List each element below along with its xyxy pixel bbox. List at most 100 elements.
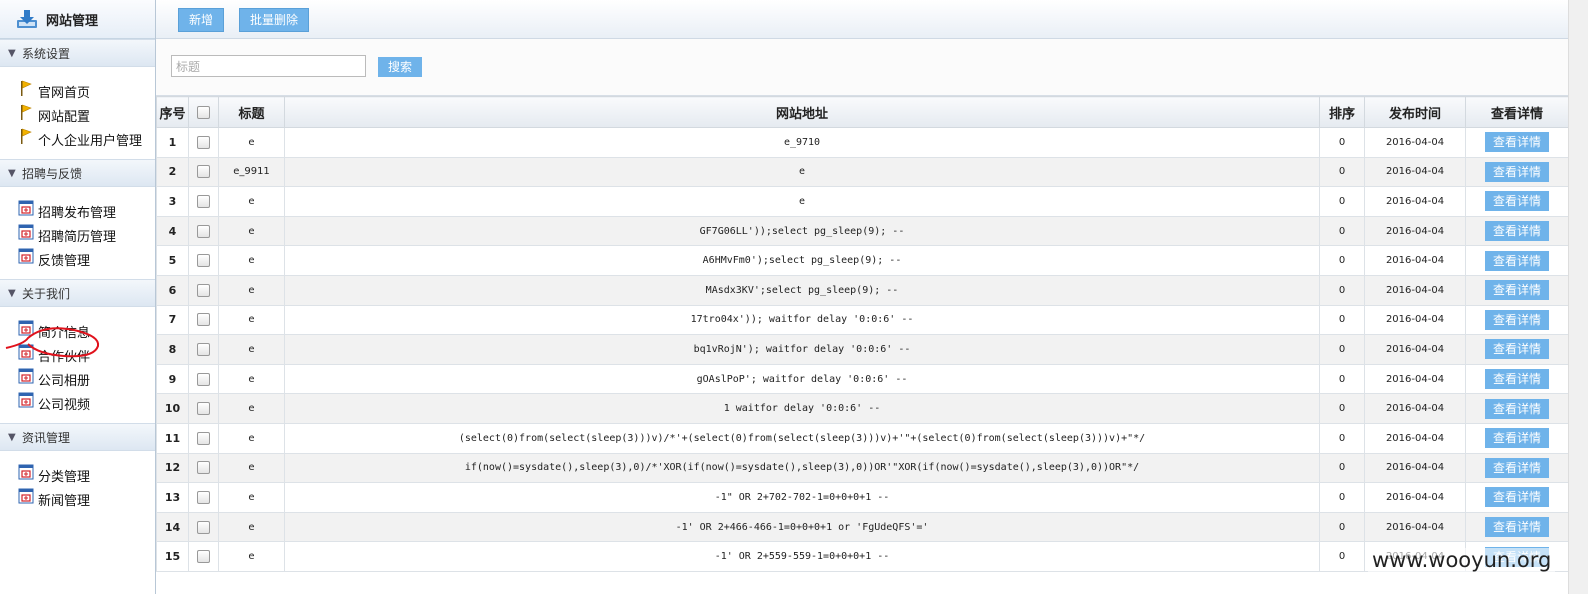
view-detail-button[interactable]: 查看详情 bbox=[1485, 487, 1549, 508]
row-date: 2016-04-04 bbox=[1364, 304, 1466, 336]
table-row: 11 e (select(0)from(select(sleep(3)))v)/*'… bbox=[156, 422, 1569, 454]
row-title: e bbox=[218, 186, 285, 217]
sidebar-item[interactable]: 官网首页 bbox=[0, 79, 155, 103]
row-checkbox[interactable] bbox=[197, 402, 210, 416]
chevron-down-icon: ▼ bbox=[8, 167, 16, 179]
row-detail-cell: 查看详情 bbox=[1465, 304, 1569, 336]
select-all-checkbox[interactable] bbox=[197, 105, 210, 119]
title-search-input[interactable]: 标题 bbox=[171, 55, 366, 77]
scrollbar[interactable] bbox=[1568, 0, 1588, 594]
sidebar-item-label: 公司视频 bbox=[38, 397, 91, 413]
column-header-index: 序号 bbox=[156, 96, 189, 128]
row-checkbox[interactable] bbox=[197, 342, 210, 356]
row-detail-cell: 查看详情 bbox=[1465, 363, 1569, 395]
table-row: 1 e e_9710 0 2016-04-04 查看详情 bbox=[156, 127, 1569, 158]
table-row: 7 e 17tro04x')); waitfor delay '0:0:6' -- 0… bbox=[156, 304, 1569, 336]
row-detail-cell: 查看详情 bbox=[1465, 452, 1569, 484]
row-index: 1 bbox=[156, 127, 189, 158]
sidebar-section[interactable]: ▼ 招聘与反馈 bbox=[0, 159, 155, 187]
chevron-down-icon: ▼ bbox=[8, 287, 16, 299]
row-sort: 0 bbox=[1319, 541, 1365, 572]
row-checkbox[interactable] bbox=[197, 431, 210, 445]
row-index: 7 bbox=[156, 304, 189, 336]
row-url: gOAslPoP'; waitfor delay '0:0:6' -- bbox=[284, 363, 1320, 395]
row-checkbox[interactable] bbox=[197, 550, 210, 564]
row-detail-cell: 查看详情 bbox=[1465, 215, 1569, 247]
table-row: 10 e 1 waitfor delay '0:0:6' -- 0 2016-04-04… bbox=[156, 393, 1569, 424]
main-panel: 新增 批量删除 标题 搜索 序号 标题 网站地址 排序 发布时间 查看详情 1e… bbox=[156, 0, 1569, 594]
row-title: e bbox=[218, 482, 285, 513]
table-row: 8 e bq1vRojN'); waitfor delay '0:0:6' -- 0 2… bbox=[156, 334, 1569, 365]
view-detail-button[interactable]: 查看详情 bbox=[1485, 161, 1549, 182]
row-detail-cell: 查看详情 bbox=[1465, 127, 1569, 158]
sidebar-title: 网站管理 bbox=[46, 13, 99, 29]
row-index: 6 bbox=[156, 274, 189, 306]
sidebar-item[interactable]: 新闻管理 bbox=[0, 487, 155, 511]
row-select-cell bbox=[188, 156, 219, 188]
view-detail-button[interactable]: 查看详情 bbox=[1485, 250, 1549, 271]
row-select-cell bbox=[188, 422, 219, 454]
row-detail-cell: 查看详情 bbox=[1465, 334, 1569, 365]
sidebar-item[interactable]: 公司相册 bbox=[0, 367, 155, 391]
row-title: e bbox=[218, 304, 285, 336]
view-detail-button[interactable]: 查看详情 bbox=[1485, 517, 1549, 538]
sidebar-item[interactable]: 合作伙伴 bbox=[0, 343, 155, 367]
row-sort: 0 bbox=[1319, 334, 1365, 365]
view-detail-button[interactable]: 查看详情 bbox=[1485, 428, 1549, 449]
sidebar-item[interactable]: 招聘发布管理 bbox=[0, 199, 155, 223]
row-checkbox[interactable] bbox=[197, 520, 210, 534]
row-select-cell bbox=[188, 215, 219, 247]
sidebar-section-items: 招聘发布管理 招聘简历管理 反馈管理 bbox=[0, 187, 155, 279]
row-url: A6HMvFm0');select pg_sleep(9); -- bbox=[284, 245, 1320, 276]
row-url: 1 waitfor delay '0:0:6' -- bbox=[284, 393, 1320, 424]
row-checkbox[interactable] bbox=[197, 165, 210, 179]
sidebar-section-label: 招聘与反馈 bbox=[22, 166, 83, 181]
row-sort: 0 bbox=[1319, 511, 1365, 543]
row-url: -1" OR 2+702-702-1=0+0+0+1 -- bbox=[284, 482, 1320, 513]
table-row: 9 e gOAslPoP'; waitfor delay '0:0:6' -- 0 20… bbox=[156, 363, 1569, 395]
view-detail-button[interactable]: 查看详情 bbox=[1485, 339, 1549, 360]
row-checkbox[interactable] bbox=[197, 194, 210, 208]
search-button[interactable]: 搜索 bbox=[378, 57, 422, 77]
row-sort: 0 bbox=[1319, 245, 1365, 276]
sidebar-item[interactable]: 简介信息 bbox=[0, 319, 155, 343]
row-checkbox[interactable] bbox=[197, 224, 210, 238]
batch-delete-button[interactable]: 批量删除 bbox=[239, 8, 310, 32]
view-detail-button[interactable]: 查看详情 bbox=[1485, 191, 1549, 212]
row-checkbox[interactable] bbox=[197, 135, 210, 149]
sidebar-item[interactable]: 网站配置 bbox=[0, 103, 155, 127]
add-button[interactable]: 新增 bbox=[178, 8, 225, 32]
sidebar-section[interactable]: ▼ 资讯管理 bbox=[0, 423, 155, 451]
row-checkbox[interactable] bbox=[197, 313, 210, 327]
row-index: 13 bbox=[156, 482, 189, 513]
row-title: e bbox=[218, 215, 285, 247]
view-detail-button[interactable]: 查看详情 bbox=[1485, 132, 1549, 153]
row-index: 12 bbox=[156, 452, 189, 484]
sidebar-item[interactable]: 招聘简历管理 bbox=[0, 223, 155, 247]
doc-icon bbox=[18, 464, 34, 480]
toolbar: 新增 批量删除 bbox=[156, 0, 1568, 39]
row-detail-cell: 查看详情 bbox=[1465, 274, 1569, 306]
view-detail-button[interactable]: 查看详情 bbox=[1485, 398, 1549, 419]
view-detail-button[interactable]: 查看详情 bbox=[1485, 221, 1549, 242]
row-checkbox[interactable] bbox=[197, 283, 210, 297]
view-detail-button[interactable]: 查看详情 bbox=[1485, 309, 1549, 330]
row-checkbox[interactable] bbox=[197, 461, 210, 475]
row-checkbox[interactable] bbox=[197, 490, 210, 504]
sidebar-item[interactable]: 分类管理 bbox=[0, 463, 155, 487]
row-checkbox[interactable] bbox=[197, 254, 210, 268]
row-checkbox[interactable] bbox=[197, 372, 210, 386]
view-detail-button[interactable]: 查看详情 bbox=[1485, 457, 1549, 478]
sidebar-section-items: 官网首页 网站配置 个人企业用户管理 bbox=[0, 67, 155, 159]
row-select-cell bbox=[188, 245, 219, 276]
view-detail-button[interactable]: 查看详情 bbox=[1485, 280, 1549, 301]
view-detail-button[interactable]: 查看详情 bbox=[1485, 369, 1549, 390]
row-detail-cell: 查看详情 bbox=[1465, 156, 1569, 188]
sidebar-item[interactable]: 反馈管理 bbox=[0, 247, 155, 271]
sidebar-item[interactable]: 个人企业用户管理 bbox=[0, 127, 155, 151]
sidebar-item[interactable]: 公司视频 bbox=[0, 391, 155, 415]
sidebar-section[interactable]: ▼ 系统设置 bbox=[0, 39, 155, 67]
sidebar-section[interactable]: ▼ 关于我们 bbox=[0, 279, 155, 307]
website-table: 序号 标题 网站地址 排序 发布时间 查看详情 1 e e_9710 0 2016-04… bbox=[156, 96, 1569, 572]
row-select-cell bbox=[188, 393, 219, 424]
